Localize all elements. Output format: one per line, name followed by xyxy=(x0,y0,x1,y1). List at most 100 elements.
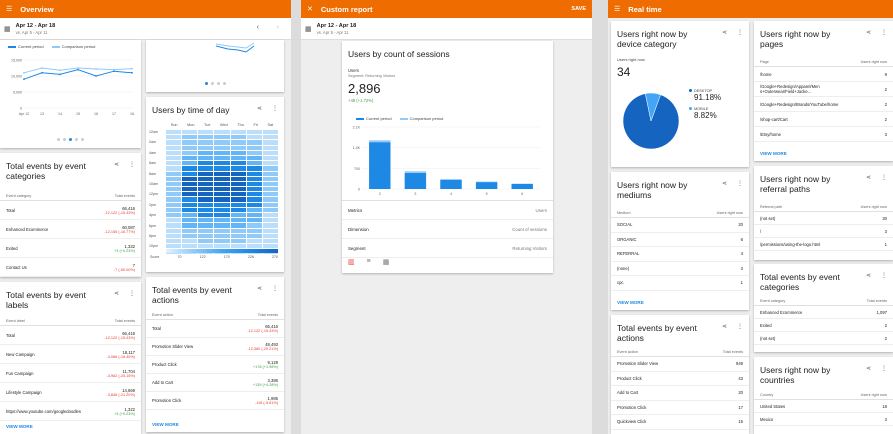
table-row[interactable]: (not set) 2 xyxy=(754,332,893,345)
table-row[interactable]: Exited 2 xyxy=(754,319,893,332)
more-vert-icon[interactable]: ⋮ xyxy=(737,29,743,36)
table-row[interactable]: Quickview Click 15 xyxy=(611,415,749,430)
data-point xyxy=(131,67,133,70)
setting-row[interactable]: Dimension Count of sessions xyxy=(342,220,553,239)
table-row[interactable]: Product Click 43 xyxy=(611,372,749,386)
table-row[interactable]: Promotion Slider View 949 xyxy=(611,357,749,372)
pager-dot-active[interactable] xyxy=(69,138,72,141)
pager-dot[interactable] xyxy=(63,138,66,141)
view-more-link[interactable]: VIEW MORE xyxy=(152,422,179,427)
table-row[interactable]: New Campaign 18,117 -4,086 (-18.40%) xyxy=(0,345,141,364)
table-row[interactable]: Promotion Click 1,985 -118 (-5.61%) xyxy=(146,392,284,410)
share-icon[interactable]: ⋖ xyxy=(114,161,119,168)
pager-dot-active[interactable] xyxy=(204,82,208,85)
row-value-block: 43 xyxy=(738,376,743,381)
more-vert-icon[interactable]: ⋮ xyxy=(881,365,887,372)
setting-row[interactable]: Segment Returning Visitors xyxy=(342,239,553,258)
table-row[interactable]: /3 xyxy=(754,225,893,238)
setting-value: Count of sessions xyxy=(512,226,547,232)
more-vert-icon[interactable]: ⋮ xyxy=(129,161,135,168)
date-range-bar[interactable]: ▦ Apr 12 - Apr 18 vs. Apr 5 - Apr 11 ‹ › xyxy=(0,18,291,40)
share-icon[interactable]: ⋖ xyxy=(114,290,119,297)
table-row[interactable]: Total 66,416 -12,122 (-15.43%) xyxy=(146,320,284,338)
table-row[interactable]: ORGANIC 6 xyxy=(611,233,749,247)
table-row[interactable]: REFERRAL 4 xyxy=(611,247,749,262)
table-row[interactable]: cpc 1 xyxy=(611,276,749,291)
share-icon[interactable]: ⋖ xyxy=(866,29,871,36)
pager-dot[interactable] xyxy=(75,138,78,141)
menu-icon[interactable]: ☰ xyxy=(6,6,12,13)
more-vert-icon[interactable]: ⋮ xyxy=(272,285,278,292)
table-row[interactable]: Enhanced Ecommerce 60,087 -12,155 (-16.77%… xyxy=(0,220,141,239)
menu-icon[interactable]: ☰ xyxy=(614,6,620,13)
table-row[interactable]: /Google+Redesign/Brands/YouTube/home 2 xyxy=(754,97,893,112)
table-row[interactable]: Total 66,416 -12,122 (-15.43%) xyxy=(0,201,141,220)
setting-row[interactable]: Metrics Users xyxy=(342,201,553,220)
bar-chart-icon[interactable]: ▥ xyxy=(348,258,355,266)
more-vert-icon[interactable]: ⋮ xyxy=(737,323,743,330)
share-icon[interactable]: ⋖ xyxy=(722,29,727,36)
pager-dot[interactable] xyxy=(222,82,226,85)
table-row[interactable]: Enhanced Ecommerce 1,097 xyxy=(754,306,893,319)
view-more-link[interactable]: VIEW MORE xyxy=(617,300,644,305)
pager-dot[interactable] xyxy=(216,82,220,85)
table-row[interactable]: /shop-cart/Cart 2 xyxy=(754,112,893,127)
more-vert-icon[interactable]: ⋮ xyxy=(881,174,887,181)
pager-dot[interactable] xyxy=(57,138,60,141)
pager-dot[interactable] xyxy=(81,138,84,141)
table-row[interactable]: SOCIAL 20 xyxy=(611,218,749,233)
heatmap-cell xyxy=(166,130,182,135)
close-icon[interactable]: ✕ xyxy=(307,6,313,13)
save-button[interactable]: SAVE xyxy=(571,6,586,12)
table-row[interactable]: Fun Campaign 11,704 -3,962 (-25.15%) xyxy=(0,364,141,383)
chart-type-toggle[interactable]: ▥ ≡ ▦ xyxy=(348,258,389,266)
share-icon[interactable]: ⋖ xyxy=(257,105,262,112)
view-more-link[interactable]: VIEW MORE xyxy=(760,151,787,156)
heatmap-cell xyxy=(230,233,246,238)
share-icon[interactable]: ⋖ xyxy=(722,323,727,330)
table-row[interactable]: Add to Cart 20 xyxy=(611,386,749,401)
chevron-right-icon[interactable]: › xyxy=(277,24,279,31)
more-vert-icon[interactable]: ⋮ xyxy=(881,272,887,279)
share-icon[interactable]: ⋖ xyxy=(866,174,871,181)
table-row[interactable]: (none) 3 xyxy=(611,262,749,276)
table-row[interactable]: Lifestyle Campaign 14,669 -3,846 (-21.20%) xyxy=(0,383,141,402)
table-row[interactable]: Mexico 3 xyxy=(754,413,893,426)
table-row[interactable]: /Google+Redesign/Apparel/Men s+Outerwear… xyxy=(754,82,893,97)
hour-label: 12am xyxy=(149,130,158,134)
card-title: Total events by event categories xyxy=(760,272,840,292)
table-row[interactable]: Exited 1,332 +3 (+0.23%) xyxy=(0,239,141,258)
table-row[interactable]: Promotion Slider View 48,493 -12,380 (-20.… xyxy=(146,338,284,356)
table-body: Total 66,416 -12,122 (-15.43%) Enhanced Eco… xyxy=(0,201,141,277)
table-row[interactable]: /home 9 xyxy=(754,67,893,82)
table-body: (not set) 30/3/permissions/using-the-logo… xyxy=(754,212,893,251)
share-icon[interactable]: ⋖ xyxy=(722,180,727,187)
more-vert-icon[interactable]: ⋮ xyxy=(129,290,135,297)
chevron-left-icon[interactable]: ‹ xyxy=(257,24,259,31)
pager-dot[interactable] xyxy=(210,82,214,85)
table-row[interactable]: /Etsy/home 3 xyxy=(754,127,893,142)
more-vert-icon[interactable]: ⋮ xyxy=(737,180,743,187)
table-icon[interactable]: ▦ xyxy=(383,258,390,266)
share-icon[interactable]: ⋖ xyxy=(257,285,262,292)
more-vert-icon[interactable]: ⋮ xyxy=(272,105,278,112)
row-delta: +3 (+0.23%) xyxy=(114,411,135,416)
horizontal-bar-icon[interactable]: ≡ xyxy=(367,258,371,266)
date-range-bar[interactable]: ▦ Apr 12 - Apr 18 vs. Apr 5 - Apr 11 xyxy=(301,18,592,40)
table-row[interactable]: United States 18 xyxy=(754,400,893,413)
table-row[interactable]: Add to Cart 3,386 +139 (+4.28%) xyxy=(146,374,284,392)
view-more-link[interactable]: VIEW MORE xyxy=(6,424,33,429)
table-row[interactable]: Product Click 9,129 +178 (+1.98%) xyxy=(146,356,284,374)
table-row[interactable]: (not set) 30 xyxy=(754,212,893,225)
more-vert-icon[interactable]: ⋮ xyxy=(881,29,887,36)
share-icon[interactable]: ⋖ xyxy=(866,365,871,372)
share-icon[interactable]: ⋖ xyxy=(866,272,871,279)
table-row[interactable]: Contact Us 7 -7 (-50.00%) xyxy=(0,258,141,277)
table-row[interactable]: /permissions/using-the-logo.html 1 xyxy=(754,238,893,251)
table-row[interactable]: Promotion Click 17 xyxy=(611,401,749,415)
pager-dots[interactable] xyxy=(0,138,141,141)
pager-dots[interactable] xyxy=(146,82,284,85)
table-row[interactable]: https://www.youtube.com/googledoodles 1,3… xyxy=(0,402,141,421)
heatmap-cell xyxy=(198,218,214,223)
table-row[interactable]: Total 66,416 -12,122 (-15.43%) xyxy=(0,326,141,345)
